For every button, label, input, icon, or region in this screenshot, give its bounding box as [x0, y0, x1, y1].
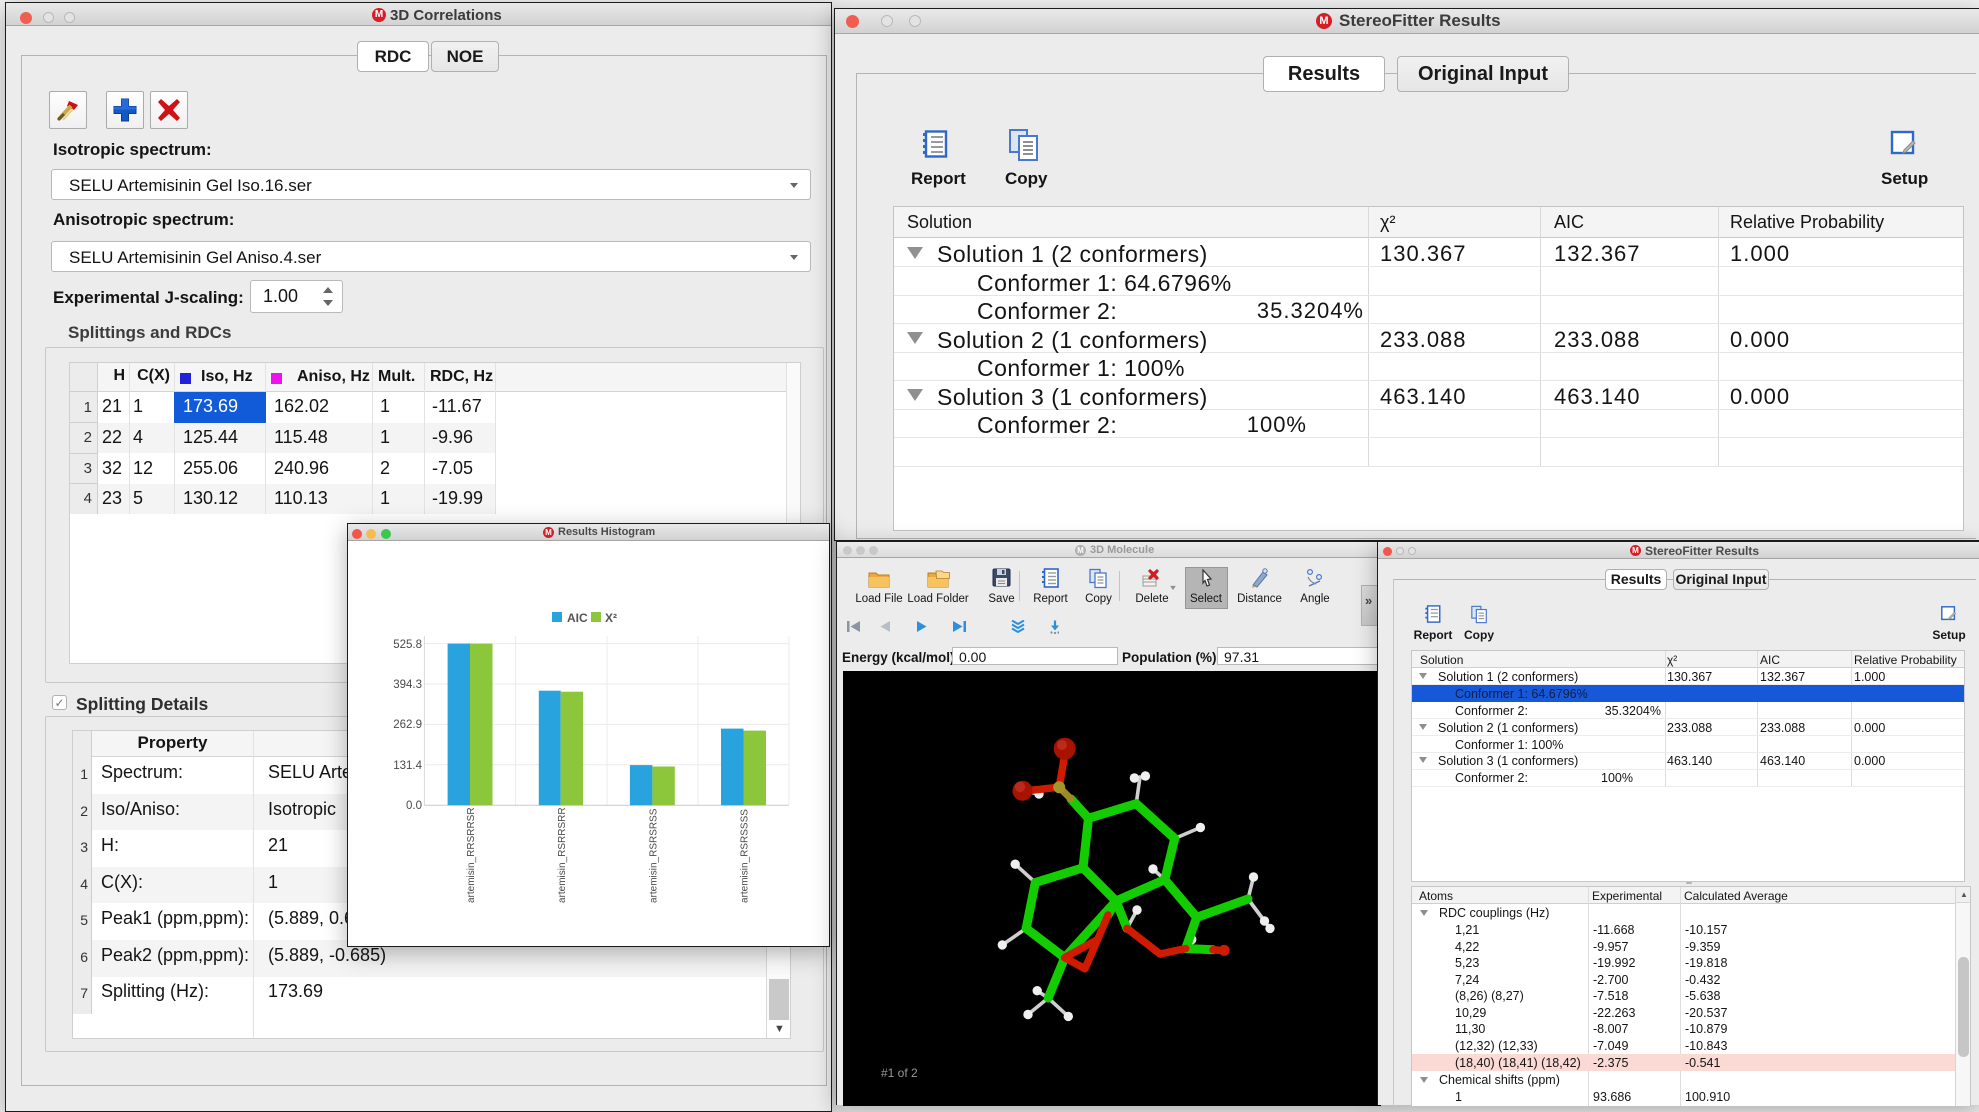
- svg-text:artemisin_RSRSSSS: artemisin_RSRSSSS: [740, 809, 751, 903]
- svg-text:artemisin_RSRSRSS: artemisin_RSRSRSS: [648, 808, 659, 903]
- svg-text:artemisin_RRSRRSR: artemisin_RRSRRSR: [466, 807, 477, 903]
- svg-text:0.0: 0.0: [406, 800, 422, 812]
- svg-text:394.3: 394.3: [393, 679, 422, 691]
- svg-text:262.9: 262.9: [393, 719, 422, 731]
- svg-text:131.4: 131.4: [393, 760, 422, 772]
- svg-text:525.8: 525.8: [393, 639, 422, 651]
- svg-text:AIC: AIC: [567, 611, 588, 625]
- svg-text:artemisin_RSRRSRR: artemisin_RSRRSRR: [557, 807, 568, 903]
- svg-text:X²: X²: [605, 611, 617, 625]
- svg-text:#1 of 2: #1 of 2: [881, 1066, 918, 1080]
